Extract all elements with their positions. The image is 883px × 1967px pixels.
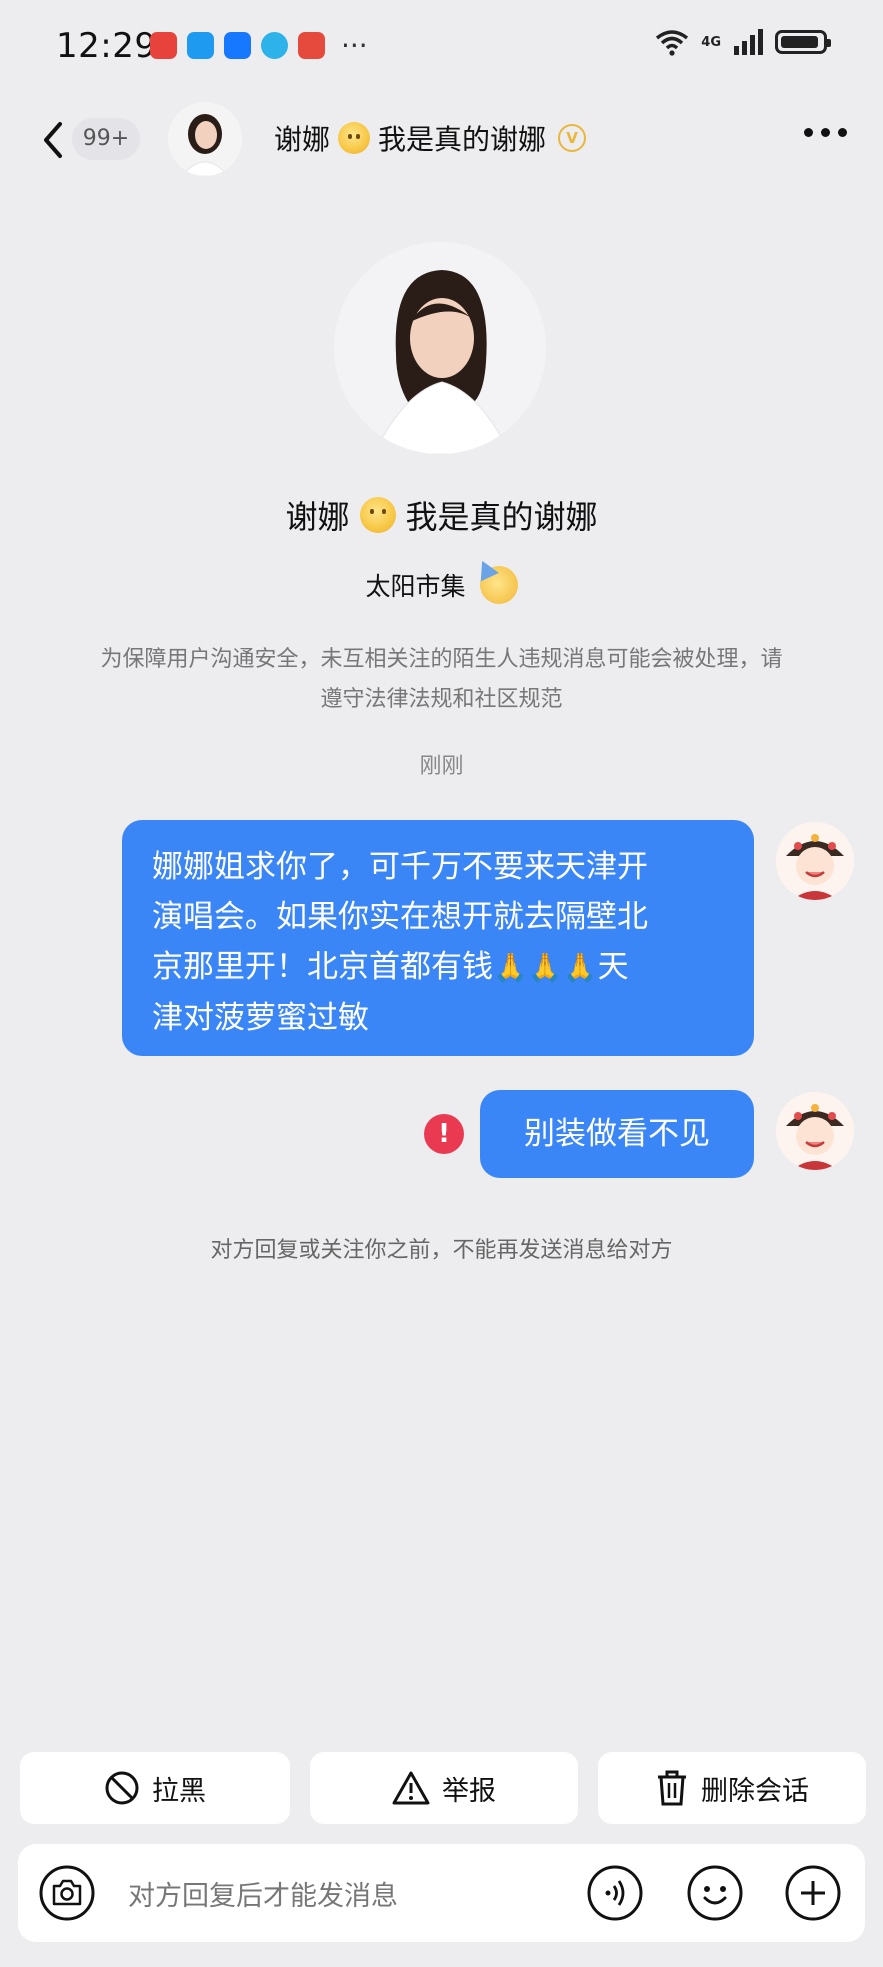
- plus-icon[interactable]: [784, 1864, 842, 1922]
- verified-icon: V: [558, 124, 587, 152]
- profile-subtitle: 太阳市集: [0, 566, 883, 604]
- wifi-icon: [656, 30, 689, 56]
- delete-label: 删除会话: [701, 1775, 809, 1807]
- message-line: 演唱会。如果你实在想开就去隔壁北: [152, 899, 648, 935]
- report-label: 举报: [442, 1775, 496, 1807]
- voice-icon[interactable]: [586, 1864, 644, 1922]
- trash-icon: [658, 1770, 686, 1806]
- message-line: 京那里开！北京首都有钱🙏🙏🙏天: [152, 942, 724, 993]
- app-notification-icon: [187, 32, 214, 59]
- profile-name-prefix: 谢娜: [285, 498, 350, 536]
- network-type: 4G: [701, 34, 721, 50]
- warning-icon: [392, 1771, 430, 1805]
- my-avatar[interactable]: [776, 822, 854, 900]
- header-name: 谢娜: [274, 123, 331, 156]
- message-input[interactable]: 对方回复后才能发消息: [128, 1874, 398, 1913]
- status-time: 12:29: [56, 26, 157, 66]
- more-notifications-icon: ···: [341, 28, 368, 62]
- profile-subtitle-text: 太阳市集: [365, 572, 466, 601]
- profile-name-suffix: 我是真的谢娜: [405, 498, 598, 536]
- signal-icon: [734, 29, 763, 55]
- battery-icon: [775, 30, 831, 54]
- emoji-icon[interactable]: [686, 1864, 744, 1922]
- back-chevron-icon[interactable]: [36, 118, 72, 162]
- message-bubble[interactable]: 别装做看不见: [480, 1090, 754, 1178]
- profile-avatar[interactable]: [334, 242, 546, 454]
- message-timestamp: 刚刚: [419, 754, 464, 779]
- party-face-icon: [479, 566, 518, 604]
- my-avatar[interactable]: [776, 1092, 854, 1170]
- header-title: 谢娜 我是真的谢娜 V: [274, 118, 587, 158]
- restriction-notice: 对方回复或关注你之前，不能再发送消息给对方: [210, 1238, 673, 1263]
- header-name-suffix: 我是真的谢娜: [378, 123, 547, 156]
- message-input-bar: 对方回复后才能发消息: [18, 1844, 865, 1942]
- more-options-icon[interactable]: [804, 128, 847, 137]
- sun-emoji-icon: [359, 497, 396, 533]
- message-line: 娜娜姐求你了，可千万不要来天津开: [152, 849, 648, 885]
- unread-badge[interactable]: 99+: [72, 118, 140, 160]
- message-line: 津对菠萝蜜过敏: [152, 1000, 369, 1036]
- message-bubble[interactable]: 娜娜姐求你了，可千万不要来天津开 演唱会。如果你实在想开就去隔壁北 京那里开！北…: [122, 820, 754, 1056]
- camera-icon[interactable]: [38, 1864, 96, 1922]
- system-status: 4G: [655, 28, 831, 56]
- send-failed-icon[interactable]: !: [424, 1114, 464, 1154]
- safety-notice: 为保障用户沟通安全，未互相关注的陌生人违规消息可能会被处理，请遵守法律法规和社区…: [100, 647, 783, 712]
- block-label: 拉黑: [152, 1775, 206, 1807]
- report-button[interactable]: 举报: [310, 1752, 578, 1824]
- app-notification-icon: [150, 32, 177, 59]
- chat-header: 99+ 谢娜 我是真的谢娜 V: [0, 96, 883, 184]
- block-icon: [105, 1771, 139, 1805]
- app-notification-icon: [261, 32, 288, 59]
- status-bar: 12:29 ··· 4G: [0, 0, 883, 92]
- profile-name: 谢娜 我是真的谢娜: [0, 492, 883, 538]
- contact-avatar[interactable]: [168, 102, 242, 176]
- app-notification-icon: [298, 32, 325, 59]
- delete-conversation-button[interactable]: 删除会话: [598, 1752, 866, 1824]
- notification-icons: ···: [150, 28, 368, 62]
- chat-screen: 12:29 ··· 4G 99+ 谢娜 我是真的谢娜 V 谢娜 我是真的谢娜 太…: [0, 0, 883, 1967]
- app-notification-icon: [224, 32, 251, 59]
- block-button[interactable]: 拉黑: [20, 1752, 290, 1824]
- sun-emoji-icon: [338, 122, 371, 154]
- praying-hands-icon: 🙏🙏🙏: [493, 951, 598, 984]
